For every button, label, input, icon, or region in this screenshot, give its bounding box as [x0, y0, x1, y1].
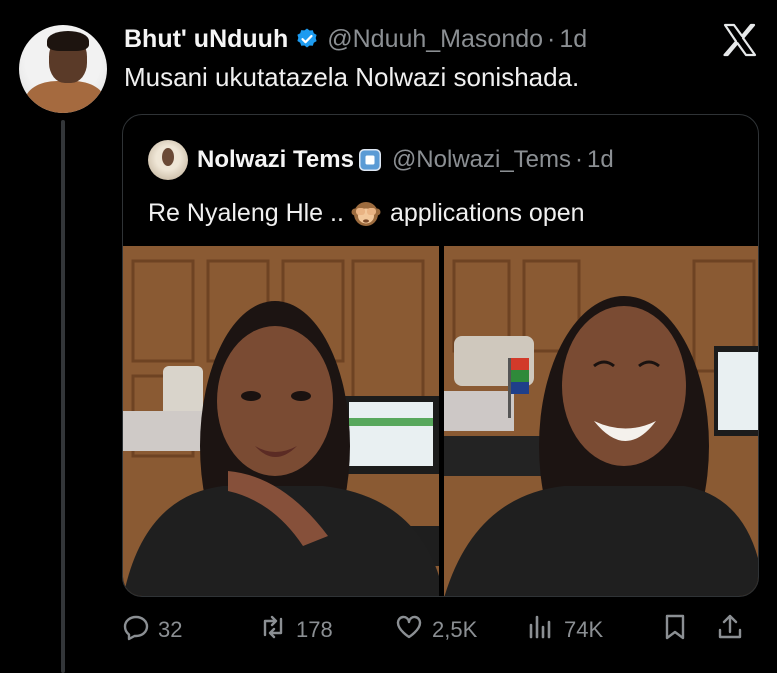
quoted-author-avatar[interactable] [148, 140, 188, 180]
quoted-text-part-1: Re Nyaleng Hle .. [148, 198, 344, 227]
quoted-tweet-header: Nolwazi Tems @Nolwazi_Tems · 1d [148, 140, 614, 180]
tweet-time[interactable]: 1d [559, 25, 587, 54]
views-count: 74K [564, 617, 604, 642]
share-button[interactable] [716, 610, 752, 650]
reply-icon [122, 613, 158, 647]
thread-line [61, 120, 65, 673]
media-photo-1[interactable] [123, 246, 439, 596]
share-icon [716, 613, 752, 647]
like-count: 2,5K [432, 617, 478, 642]
reply-button[interactable]: 32 [122, 610, 182, 650]
reply-count: 32 [158, 617, 183, 642]
verified-icon [295, 27, 319, 51]
author-avatar[interactable] [19, 25, 107, 113]
like-icon [394, 613, 432, 647]
quoted-tweet-time[interactable]: 1d [587, 146, 614, 174]
action-bar: 32 178 2,5K 74K [122, 610, 762, 650]
see-no-evil-monkey-icon [350, 198, 382, 228]
like-button[interactable]: 2,5K [394, 610, 477, 650]
views-icon [526, 613, 564, 647]
repost-button[interactable]: 178 [258, 610, 333, 650]
separator-dot: · [575, 146, 584, 173]
views-button[interactable]: 74K [526, 610, 603, 650]
media-photo-2[interactable] [444, 246, 758, 596]
quoted-author-name[interactable]: Nolwazi Tems [197, 146, 354, 174]
quoted-tweet-text: Re Nyaleng Hle .. applications open [148, 198, 585, 228]
repost-count: 178 [296, 617, 333, 642]
quoted-tweet-card[interactable]: Nolwazi Tems @Nolwazi_Tems · 1d Re Nyale… [122, 114, 759, 597]
tweet-header: Bhut' uNduuh @Nduuh_Masondo · 1d [124, 22, 587, 56]
stop-button-badge-icon [358, 148, 382, 172]
author-handle[interactable]: @Nduuh_Masondo [327, 25, 543, 54]
quoted-author-handle[interactable]: @Nolwazi_Tems [392, 146, 571, 174]
tweet-text: Musani ukutatazela Nolwazi sonishada. [124, 62, 580, 92]
x-logo-icon[interactable] [722, 23, 758, 57]
repost-icon [258, 613, 296, 647]
separator-dot: · [547, 24, 556, 53]
author-name[interactable]: Bhut' uNduuh [124, 25, 288, 54]
bookmark-icon [662, 613, 696, 647]
quoted-text-part-2: applications open [389, 198, 585, 227]
bookmark-button[interactable] [662, 610, 696, 650]
